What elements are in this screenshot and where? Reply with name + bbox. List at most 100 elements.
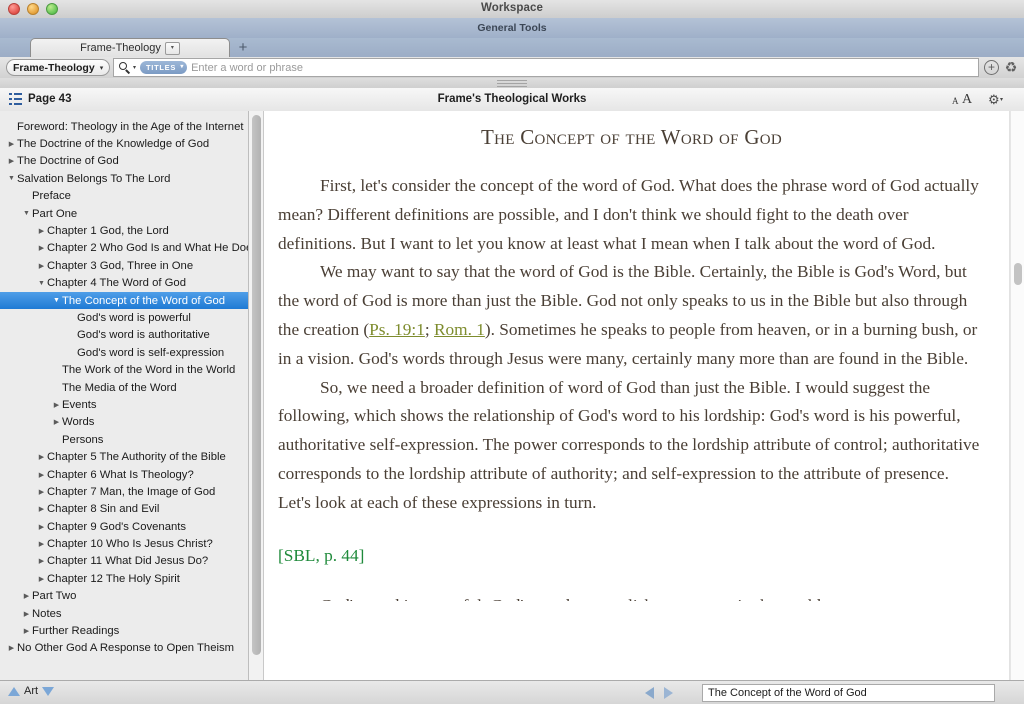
recycle-icon[interactable]: ♻ (1003, 60, 1019, 75)
toc-item[interactable]: ▼ Part One (0, 205, 248, 222)
tab-frame-theology[interactable]: Frame-Theology ▾ (30, 38, 230, 57)
toc-item[interactable]: ▶ Words (0, 414, 248, 431)
toc-item-label: Chapter 4 The Word of God (47, 277, 186, 290)
toc-item[interactable]: The Media of the Word (0, 379, 248, 396)
disclosure-open-icon[interactable]: ▼ (36, 280, 47, 287)
paragraph-2: We may want to say that the word of God … (278, 258, 985, 373)
toc-item[interactable]: ▶ Chapter 6 What Is Theology? (0, 466, 248, 483)
disclosure-closed-icon[interactable]: ▶ (6, 157, 17, 165)
disclosure-open-icon[interactable]: ▼ (6, 175, 17, 182)
scripture-link-rom-1[interactable]: Rom. 1 (434, 320, 485, 339)
paragraph-2-mid: ; (424, 319, 434, 339)
chevron-down-icon[interactable]: ▾ (164, 41, 180, 55)
disclosure-closed-icon[interactable]: ▶ (36, 540, 47, 548)
toc-item[interactable]: God's word is authoritative (0, 327, 248, 344)
sidebar-scrollbar[interactable] (249, 111, 264, 680)
general-tools-label: General Tools (477, 22, 547, 34)
toc-item[interactable]: ▶ The Doctrine of God (0, 153, 248, 170)
gear-icon[interactable]: ⚙ (988, 92, 1000, 107)
toc-item-label: Chapter 10 Who Is Jesus Christ? (47, 538, 213, 551)
breadcrumb[interactable]: The Concept of the Word of God (702, 684, 995, 702)
toc-item-label: Notes (32, 607, 62, 620)
content-scrollbar[interactable] (1009, 111, 1024, 680)
toc-item[interactable]: ▶ Further Readings (0, 622, 248, 639)
disclosure-closed-icon[interactable]: ▶ (36, 471, 47, 479)
disclosure-closed-icon[interactable]: ▶ (36, 262, 47, 270)
chevron-down-icon[interactable]: ▾ (133, 64, 136, 71)
disclosure-closed-icon[interactable]: ▶ (36, 557, 47, 565)
content-scrollbar-thumb[interactable] (1014, 263, 1022, 285)
toc-item[interactable]: ▶ Chapter 7 Man, the Image of God (0, 483, 248, 500)
toc-item[interactable]: ▶ Chapter 2 Who God Is and What He Does (0, 240, 248, 257)
toc-item[interactable]: ▶ Chapter 1 God, the Lord (0, 222, 248, 239)
disclosure-closed-icon[interactable]: ▶ (21, 610, 32, 618)
toc-item[interactable]: ▼ The Concept of the Word of God (0, 291, 248, 310)
sidebar-scrollbar-thumb[interactable] (252, 115, 261, 655)
toc-item-label: Events (62, 398, 97, 411)
tab-bar: Frame-Theology ▾ + (0, 38, 1024, 58)
previous-page-button[interactable] (645, 687, 654, 699)
toc-item-label: Chapter 6 What Is Theology? (47, 468, 194, 481)
disclosure-closed-icon[interactable]: ▶ (36, 505, 47, 513)
disclosure-closed-icon[interactable]: ▶ (36, 488, 47, 496)
scripture-link-ps-19-1[interactable]: Ps. 19:1 (369, 320, 425, 339)
disclosure-closed-icon[interactable]: ▶ (36, 453, 47, 461)
titlebar: Workspace (0, 0, 1024, 19)
toc-item-label: Preface (32, 190, 71, 203)
status-bar: Art The Concept of the Word of God (0, 680, 1024, 704)
increase-font-button[interactable]: A (962, 92, 972, 108)
disclosure-closed-icon[interactable]: ▶ (51, 418, 62, 426)
toc-item[interactable]: ▶ Chapter 11 What Did Jesus Do? (0, 553, 248, 570)
disclosure-closed-icon[interactable]: ▶ (36, 575, 47, 583)
arrow-up-icon[interactable] (8, 686, 20, 696)
chevron-down-icon[interactable]: ▾ (1000, 96, 1003, 103)
toc-item[interactable]: Persons (0, 431, 248, 448)
arrow-down-icon[interactable] (42, 686, 55, 696)
toc-item[interactable]: ▶ Chapter 5 The Authority of the Bible (0, 448, 248, 465)
disclosure-closed-icon[interactable]: ▶ (36, 227, 47, 235)
toc-item[interactable]: ▶ The Doctrine of the Knowledge of God (0, 135, 248, 152)
disclosure-closed-icon[interactable]: ▶ (21, 627, 32, 635)
disclosure-open-icon[interactable]: ▼ (21, 210, 32, 217)
toc-item[interactable]: ▶ Notes (0, 605, 248, 622)
add-search-button[interactable]: + (984, 60, 999, 75)
disclosure-closed-icon[interactable]: ▶ (36, 244, 47, 252)
toc-item[interactable]: God's word is powerful (0, 309, 248, 326)
library-selector[interactable]: Frame-Theology ▾ (6, 59, 111, 76)
new-tab-button[interactable]: + (234, 40, 252, 56)
toc-item-label: Chapter 2 Who God Is and What He Does (47, 242, 248, 255)
table-of-contents-sidebar[interactable]: Foreword: Theology in the Age of the Int… (0, 111, 249, 680)
search-scope-pill[interactable]: TITLES (140, 61, 188, 74)
paragraph-1: First, let's consider the concept of the… (278, 176, 979, 253)
toc-item[interactable]: ▶ Events (0, 396, 248, 413)
toc-item[interactable]: ▶ Part Two (0, 588, 248, 605)
toc-item[interactable]: The Work of the Word in the World (0, 361, 248, 378)
disclosure-closed-icon[interactable]: ▶ (21, 592, 32, 600)
toc-item[interactable]: ▼ Chapter 4 The Word of God (0, 275, 248, 292)
toc-item-label: Persons (62, 433, 104, 446)
toc-item[interactable]: ▶ No Other God A Response to Open Theism (0, 640, 248, 657)
document-content[interactable]: The Concept of the Word of God First, le… (264, 111, 1009, 680)
document-title: Frame's Theological Works (437, 93, 587, 105)
next-page-button[interactable] (664, 687, 673, 699)
search-input[interactable]: ▾ TITLES Enter a word or phrase (113, 58, 979, 77)
disclosure-closed-icon[interactable]: ▶ (6, 140, 17, 148)
page-marker[interactable]: [SBL, p. 44] (278, 542, 985, 571)
toc-item[interactable]: ▶ Chapter 9 God's Covenants (0, 518, 248, 535)
toc-item[interactable]: ▶ Chapter 8 Sin and Evil (0, 501, 248, 518)
toc-item-label: The Doctrine of the Knowledge of God (17, 138, 210, 151)
decrease-font-button[interactable]: A (952, 96, 959, 106)
disclosure-closed-icon[interactable]: ▶ (51, 401, 62, 409)
disclosure-closed-icon[interactable]: ▶ (6, 644, 17, 652)
disclosure-closed-icon[interactable]: ▶ (36, 523, 47, 531)
disclosure-open-icon[interactable]: ▼ (51, 297, 62, 304)
toc-item[interactable]: Preface (0, 188, 248, 205)
toc-item[interactable]: ▼ Salvation Belongs To The Lord (0, 170, 248, 187)
toc-item[interactable]: ▶ Chapter 12 The Holy Spirit (0, 570, 248, 587)
toc-item[interactable]: ▶ Chapter 3 God, Three in One (0, 257, 248, 274)
toc-item[interactable]: ▶ Chapter 10 Who Is Jesus Christ? (0, 535, 248, 552)
toc-item-label: Chapter 1 God, the Lord (47, 225, 169, 238)
toc-item[interactable]: Foreword: Theology in the Age of the Int… (0, 118, 248, 135)
toc-item[interactable]: God's word is self-expression (0, 344, 248, 361)
art-control[interactable]: Art (8, 685, 55, 697)
